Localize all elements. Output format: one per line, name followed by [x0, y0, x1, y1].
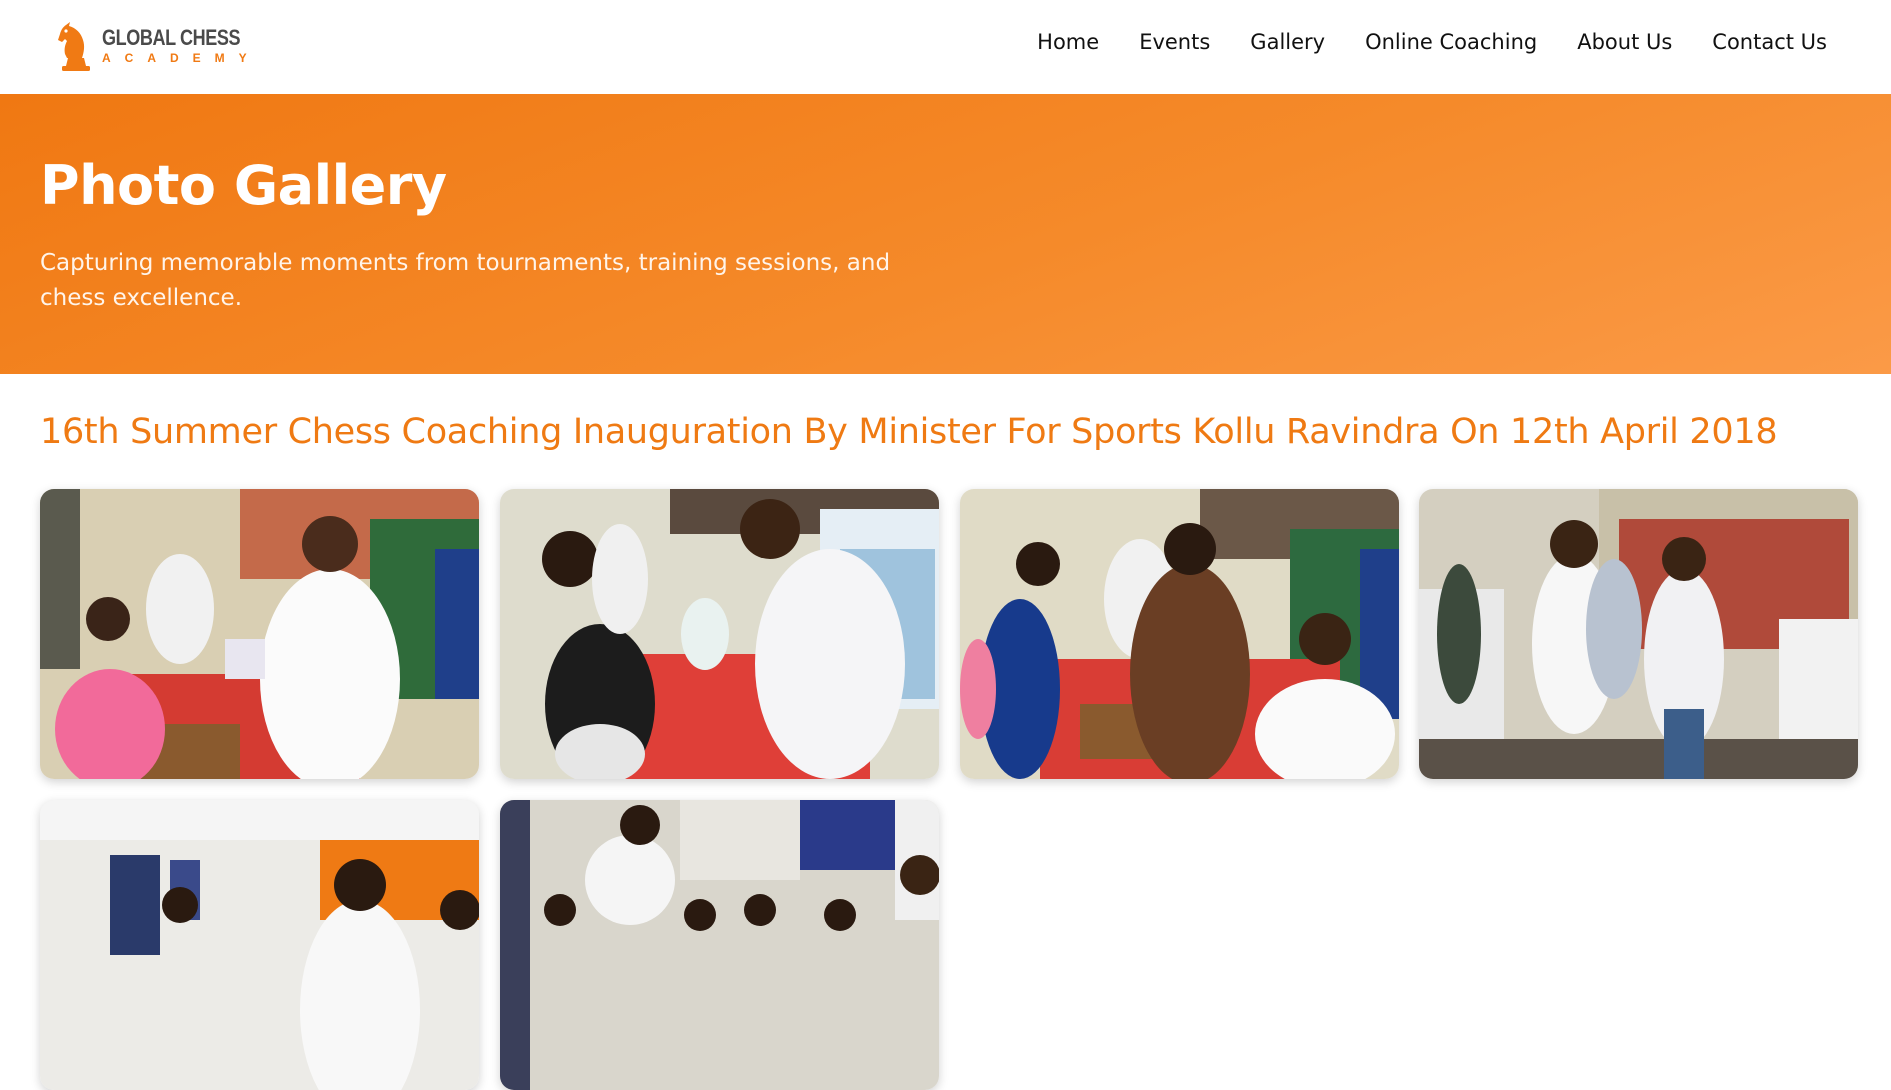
brand-title: GLOBAL CHESS	[102, 24, 241, 50]
nav-about-us[interactable]: About Us	[1577, 30, 1672, 54]
gallery-photo[interactable]	[1419, 489, 1858, 779]
nav-home[interactable]: Home	[1037, 30, 1099, 54]
page-subtitle: Capturing memorable moments from tournam…	[40, 250, 891, 311]
brand-subtitle: ACADEMY	[102, 50, 261, 65]
site-header: GLOBAL CHESS ACADEMY Home Events Gallery…	[0, 0, 1891, 94]
gallery-photo[interactable]	[960, 489, 1399, 779]
page-title: Photo Gallery	[40, 154, 447, 217]
gallery-section-title: 16th Summer Chess Coaching Inauguration …	[40, 412, 1778, 452]
main-nav: Home Events Gallery Online Coaching Abou…	[1037, 30, 1827, 54]
gallery-photo[interactable]	[500, 489, 939, 779]
brand-logo[interactable]: GLOBAL CHESS ACADEMY	[54, 18, 270, 72]
nav-gallery[interactable]: Gallery	[1250, 30, 1325, 54]
knight-chess-piece-icon	[58, 22, 90, 71]
nav-online-coaching[interactable]: Online Coaching	[1365, 30, 1537, 54]
hero-banner: Photo Gallery Capturing memorable moment…	[0, 94, 1891, 374]
nav-events[interactable]: Events	[1139, 30, 1210, 54]
gallery-photo[interactable]	[40, 489, 479, 779]
gallery-photo[interactable]	[40, 800, 479, 1090]
nav-contact-us[interactable]: Contact Us	[1712, 30, 1827, 54]
gallery-photo[interactable]	[500, 800, 939, 1090]
